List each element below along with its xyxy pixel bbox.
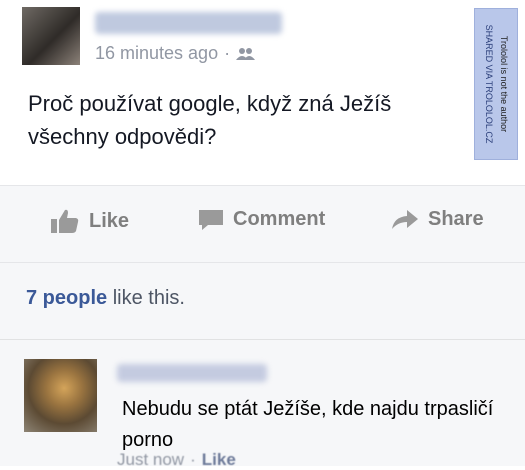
- likes-count-link[interactable]: 7 people: [26, 287, 107, 309]
- like-button[interactable]: Like: [50, 208, 129, 234]
- comment-meta: Just now · Like: [117, 450, 236, 470]
- author-avatar[interactable]: [22, 7, 80, 65]
- comment-label: Comment: [233, 208, 326, 230]
- post-actions-bar: Like Comment Share: [0, 186, 525, 262]
- share-button[interactable]: Share: [391, 208, 484, 231]
- comment-button[interactable]: Comment: [198, 208, 325, 231]
- comment-bubble-icon: [199, 209, 223, 230]
- likes-summary: 7 people like this.: [0, 263, 525, 339]
- comment-item: Nebudu se ptát Ježíše, kde najdu trpasli…: [0, 340, 525, 469]
- author-name-blurred[interactable]: [95, 12, 282, 34]
- post-meta: 16 minutes ago ·: [95, 43, 256, 64]
- commenter-avatar[interactable]: [24, 359, 97, 432]
- comment-meta-separator: ·: [190, 450, 196, 469]
- likes-text: 7 people like this.: [26, 287, 185, 310]
- comment-timestamp[interactable]: Just now: [117, 450, 184, 470]
- like-label: Like: [89, 209, 130, 232]
- thumbs-up-icon: [51, 209, 79, 233]
- meta-separator: ·: [224, 43, 231, 63]
- likes-suffix: like this.: [112, 287, 185, 309]
- share-label: Share: [428, 208, 484, 230]
- comment-text: Nebudu se ptát Ježíše, kde najdu trpasli…: [122, 398, 494, 451]
- friends-icon[interactable]: [236, 47, 256, 61]
- commenter-name-blurred[interactable]: [117, 364, 267, 382]
- post-text: Proč používat google, když zná Ježíš vše…: [28, 91, 392, 149]
- watermark-badge: SHARED VIA TROLOLOL.CZ Trololol is not t…: [474, 8, 518, 160]
- post-card: 16 minutes ago · Proč používat google, k…: [0, 0, 525, 185]
- share-arrow-icon: [392, 209, 418, 229]
- watermark-line-2: Trololol is not the author: [499, 35, 509, 133]
- watermark-line-1: SHARED VIA TROLOLOL.CZ: [484, 24, 494, 144]
- post-timestamp[interactable]: 16 minutes ago: [95, 43, 218, 64]
- comment-like-link[interactable]: Like: [202, 450, 236, 470]
